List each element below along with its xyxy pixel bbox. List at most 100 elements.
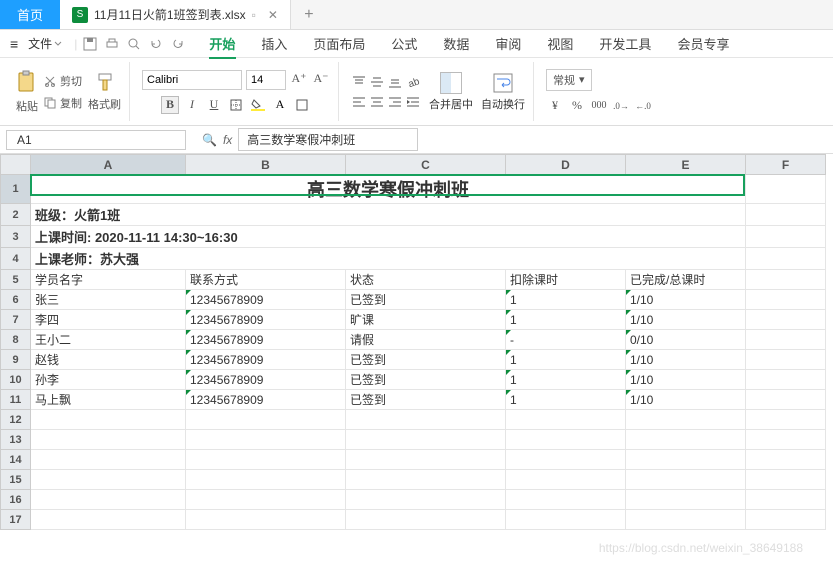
menu-formula[interactable]: 公式 xyxy=(381,34,427,53)
align-right-icon[interactable] xyxy=(387,95,403,109)
bold-button[interactable]: B xyxy=(161,96,179,114)
cell[interactable]: 上课老师：苏大强 xyxy=(31,248,746,270)
cell[interactable]: 马上飘 xyxy=(31,390,186,410)
cell[interactable]: 12345678909 xyxy=(186,330,346,350)
cell[interactable]: 1 xyxy=(506,290,626,310)
cell[interactable]: 1 xyxy=(506,310,626,330)
row-header[interactable]: 14 xyxy=(1,450,31,470)
increase-decimal-icon[interactable]: .0→ xyxy=(612,97,630,115)
cell[interactable]: 1 xyxy=(506,390,626,410)
row-header[interactable]: 9 xyxy=(1,350,31,370)
cell[interactable]: 请假 xyxy=(346,330,506,350)
paste-button[interactable]: 粘贴 xyxy=(16,70,38,114)
row-header[interactable]: 10 xyxy=(1,370,31,390)
cell[interactable]: 1/10 xyxy=(626,310,746,330)
border-button[interactable] xyxy=(227,96,245,114)
row-header[interactable]: 2 xyxy=(1,204,31,226)
wrap-button[interactable]: 自动换行 xyxy=(481,72,525,112)
col-header[interactable]: E xyxy=(626,155,746,175)
decrease-decimal-icon[interactable]: ←.0 xyxy=(634,97,652,115)
col-header[interactable]: B xyxy=(186,155,346,175)
font-color-button[interactable]: A xyxy=(271,96,289,114)
menu-file[interactable]: 文件 xyxy=(28,35,68,52)
save-icon[interactable] xyxy=(83,37,97,51)
pinyin-button[interactable] xyxy=(293,96,311,114)
currency-icon[interactable]: ¥ xyxy=(546,97,564,115)
row-header[interactable]: 16 xyxy=(1,490,31,510)
spreadsheet-grid[interactable]: A B C D E F 1 高三数学寒假冲刺班 2 班级：火箭1班 3 上课时间… xyxy=(0,154,833,569)
hamburger-icon[interactable]: ≡ xyxy=(10,36,22,52)
cell[interactable]: 1/10 xyxy=(626,290,746,310)
cell[interactable]: 联系方式 xyxy=(186,270,346,290)
font-select[interactable] xyxy=(142,70,242,90)
row-header[interactable]: 7 xyxy=(1,310,31,330)
undo-icon[interactable] xyxy=(149,37,163,51)
name-box[interactable]: A1 xyxy=(6,130,186,150)
col-header[interactable]: C xyxy=(346,155,506,175)
number-format-select[interactable]: 常规▾ xyxy=(546,69,592,91)
merge-button[interactable]: 合并居中 xyxy=(429,72,473,112)
cell[interactable]: 12345678909 xyxy=(186,310,346,330)
cell[interactable]: 李四 xyxy=(31,310,186,330)
orientation-icon[interactable]: ab xyxy=(405,75,421,89)
row-header[interactable]: 6 xyxy=(1,290,31,310)
align-top-icon[interactable] xyxy=(351,75,367,89)
cell[interactable]: 1/10 xyxy=(626,370,746,390)
tab-file[interactable]: S 11月11日火箭1班签到表.xlsx ▫ ✕ xyxy=(60,0,291,29)
row-header[interactable]: 12 xyxy=(1,410,31,430)
menu-vip[interactable]: 会员专享 xyxy=(667,34,739,53)
menu-review[interactable]: 审阅 xyxy=(485,34,531,53)
cell[interactable]: 张三 xyxy=(31,290,186,310)
cell[interactable]: 1/10 xyxy=(626,390,746,410)
cell[interactable]: 状态 xyxy=(346,270,506,290)
cell[interactable]: 已签到 xyxy=(346,290,506,310)
cell[interactable]: 已签到 xyxy=(346,370,506,390)
col-header[interactable]: D xyxy=(506,155,626,175)
cell[interactable]: 12345678909 xyxy=(186,290,346,310)
cell[interactable]: 赵钱 xyxy=(31,350,186,370)
row-header[interactable]: 1 xyxy=(1,175,31,204)
formula-input[interactable]: 高三数学寒假冲刺班 xyxy=(238,128,418,151)
increase-font-icon[interactable]: A⁺ xyxy=(290,70,308,88)
cell[interactable]: 班级：火箭1班 xyxy=(31,204,746,226)
align-bottom-icon[interactable] xyxy=(387,75,403,89)
row-header[interactable]: 11 xyxy=(1,390,31,410)
cell[interactable]: - xyxy=(506,330,626,350)
preview-icon[interactable] xyxy=(127,37,141,51)
row-header[interactable]: 5 xyxy=(1,270,31,290)
format-painter-button[interactable]: 格式刷 xyxy=(88,72,121,112)
row-header[interactable]: 17 xyxy=(1,510,31,530)
menu-layout[interactable]: 页面布局 xyxy=(303,34,375,53)
cell[interactable]: 学员名字 xyxy=(31,270,186,290)
cell[interactable]: 1 xyxy=(506,370,626,390)
cell[interactable]: 12345678909 xyxy=(186,350,346,370)
tab-home[interactable]: 首页 xyxy=(0,0,60,29)
cell[interactable]: 12345678909 xyxy=(186,390,346,410)
select-all-corner[interactable] xyxy=(1,155,31,175)
font-size-select[interactable] xyxy=(246,70,286,90)
search-fx-icon[interactable]: 🔍 xyxy=(202,133,217,147)
cell-title[interactable]: 高三数学寒假冲刺班 xyxy=(31,175,746,204)
redo-icon[interactable] xyxy=(171,37,185,51)
menu-insert[interactable]: 插入 xyxy=(251,34,297,53)
tab-add[interactable]: + xyxy=(291,0,327,29)
menu-view[interactable]: 视图 xyxy=(537,34,583,53)
row-header[interactable]: 15 xyxy=(1,470,31,490)
underline-button[interactable]: U xyxy=(205,96,223,114)
fx-icon[interactable]: fx xyxy=(223,133,232,147)
decrease-font-icon[interactable]: A⁻ xyxy=(312,70,330,88)
align-middle-icon[interactable] xyxy=(369,75,385,89)
cell[interactable]: 扣除课时 xyxy=(506,270,626,290)
align-center-icon[interactable] xyxy=(369,95,385,109)
cell[interactable]: 已签到 xyxy=(346,350,506,370)
italic-button[interactable]: I xyxy=(183,96,201,114)
row-header[interactable]: 8 xyxy=(1,330,31,350)
row-header[interactable]: 3 xyxy=(1,226,31,248)
cell[interactable]: 已签到 xyxy=(346,390,506,410)
col-header[interactable]: F xyxy=(746,155,826,175)
col-header[interactable]: A xyxy=(31,155,186,175)
cell[interactable]: 上课时间: 2020-11-11 14:30~16:30 xyxy=(31,226,746,248)
percent-icon[interactable]: % xyxy=(568,97,586,115)
cell[interactable]: 旷课 xyxy=(346,310,506,330)
cell[interactable]: 1/10 xyxy=(626,350,746,370)
